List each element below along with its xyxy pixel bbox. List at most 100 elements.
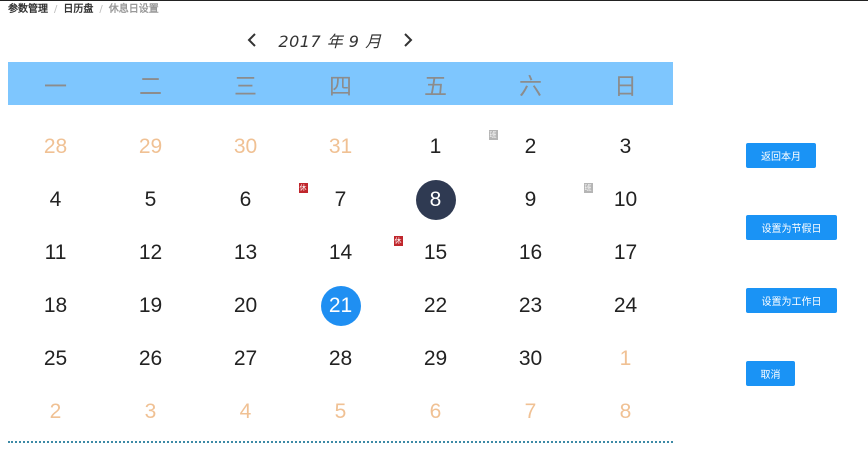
calendar-day[interactable]: 28 (293, 332, 388, 385)
top-border (0, 0, 868, 1)
calendar-day[interactable]: 7 (483, 385, 578, 438)
day-number: 24 (613, 293, 638, 317)
calendar-day[interactable]: 16 (483, 226, 578, 279)
day-number: 8 (429, 187, 442, 211)
calendar-day[interactable]: 19 (103, 279, 198, 332)
calendar-day[interactable]: 10 班 (578, 173, 673, 226)
day-number: 5 (334, 399, 347, 423)
chevron-right-icon[interactable] (396, 28, 420, 52)
day-number: 27 (233, 346, 258, 370)
calendar-day-selected[interactable]: 21 (293, 279, 388, 332)
calendar-day[interactable]: 24 (578, 279, 673, 332)
day-number: 18 (43, 293, 68, 317)
day-number: 6 (429, 399, 442, 423)
calendar-day[interactable]: 18 (8, 279, 103, 332)
day-number: 26 (138, 346, 163, 370)
calendar-day-today[interactable]: 8 (388, 173, 483, 226)
breadcrumb: 参数管理 / 日历盘 / 休息日设置 (8, 4, 159, 18)
calendar-day[interactable]: 3 (578, 120, 673, 173)
day-number: 4 (239, 399, 252, 423)
calendar-day[interactable]: 4 (198, 385, 293, 438)
breadcrumb-separator: / (54, 4, 58, 15)
day-number: 12 (138, 240, 163, 264)
calendar-day[interactable]: 17 (578, 226, 673, 279)
day-number: 1 (429, 134, 442, 158)
day-number: 3 (144, 399, 157, 423)
day-number: 16 (518, 240, 543, 264)
calendar-grid: 28 29 30 31 1 2 班 3 4 5 6 7 休 8 9 10 班 11 12 13 14 15 休 16 17 18 1… (8, 120, 673, 438)
weekday-header: 一二三四五六日 (8, 62, 673, 105)
set-holiday-button[interactable]: 设置为节假日 (746, 215, 837, 240)
calendar-day[interactable]: 13 (198, 226, 293, 279)
day-number: 28 (43, 134, 68, 158)
calendar-day[interactable]: 20 (198, 279, 293, 332)
day-number: 7 (334, 187, 347, 211)
workday-badge: 班 (488, 130, 498, 140)
day-number: 5 (144, 187, 157, 211)
holiday-badge: 休 (393, 236, 403, 246)
breadcrumb-item-params[interactable]: 参数管理 (8, 4, 48, 15)
calendar-day[interactable]: 1 (578, 332, 673, 385)
weekday-label: 二 (139, 73, 162, 100)
calendar-day[interactable]: 9 (483, 173, 578, 226)
day-number: 19 (138, 293, 163, 317)
calendar-day[interactable]: 11 (8, 226, 103, 279)
weekday-label: 四 (329, 73, 352, 100)
calendar-day[interactable]: 2班 (483, 120, 578, 173)
day-number: 20 (233, 293, 258, 317)
breadcrumb-separator: / (99, 4, 103, 15)
day-number: 6 (239, 187, 252, 211)
day-number: 11 (44, 240, 67, 264)
weekday-label: 五 (424, 73, 447, 100)
calendar-day[interactable]: 29 (103, 120, 198, 173)
set-workday-button[interactable]: 设置为工作日 (746, 288, 837, 313)
calendar-day[interactable]: 5 (293, 385, 388, 438)
day-number: 13 (233, 240, 258, 264)
calendar-day[interactable]: 6 (198, 173, 293, 226)
calendar-day[interactable]: 23 (483, 279, 578, 332)
calendar-day[interactable]: 26 (103, 332, 198, 385)
calendar-day[interactable]: 3 (103, 385, 198, 438)
chevron-left-icon[interactable] (240, 28, 264, 52)
day-number: 14 (328, 240, 353, 264)
divider (8, 441, 673, 443)
day-number: 9 (524, 187, 537, 211)
calendar-day[interactable]: 15 休 (388, 226, 483, 279)
month-navigation: 2017 年 9 月 (240, 26, 420, 54)
day-number: 7 (524, 399, 537, 423)
cancel-button[interactable]: 取消 (746, 361, 795, 386)
breadcrumb-item-calendar[interactable]: 日历盘 (63, 4, 93, 15)
day-number: 8 (619, 399, 632, 423)
day-number: 2 (49, 399, 62, 423)
weekday-label: 一 (44, 73, 67, 100)
calendar-day[interactable]: 27 (198, 332, 293, 385)
calendar-day[interactable]: 2 (8, 385, 103, 438)
calendar-day[interactable]: 1 (388, 120, 483, 173)
day-number: 30 (233, 134, 258, 158)
calendar-day[interactable]: 29 (388, 332, 483, 385)
calendar-day[interactable]: 5 (103, 173, 198, 226)
month-title: 2017 年 9 月 (278, 32, 382, 51)
calendar-day[interactable]: 8 (578, 385, 673, 438)
day-number: 1 (619, 346, 632, 370)
calendar-day[interactable]: 4 (8, 173, 103, 226)
holiday-badge: 休 (298, 183, 308, 193)
calendar-day[interactable]: 6 (388, 385, 483, 438)
back-to-month-button[interactable]: 返回本月 (746, 143, 816, 168)
calendar-day[interactable]: 14 (293, 226, 388, 279)
calendar-day[interactable]: 12 (103, 226, 198, 279)
weekday-label: 三 (234, 73, 257, 100)
calendar-day[interactable]: 30 (483, 332, 578, 385)
weekday-label: 日 (614, 73, 637, 100)
calendar-day[interactable]: 22 (388, 279, 483, 332)
calendar-day[interactable]: 25 (8, 332, 103, 385)
day-number: 29 (138, 134, 163, 158)
day-number: 17 (613, 240, 638, 264)
calendar-day[interactable]: 30 (198, 120, 293, 173)
day-number: 22 (423, 293, 448, 317)
day-number: 25 (43, 346, 68, 370)
calendar-day[interactable]: 7休 (293, 173, 388, 226)
calendar-day[interactable]: 28 (8, 120, 103, 173)
calendar-day[interactable]: 31 (293, 120, 388, 173)
weekday-label: 六 (519, 73, 542, 100)
